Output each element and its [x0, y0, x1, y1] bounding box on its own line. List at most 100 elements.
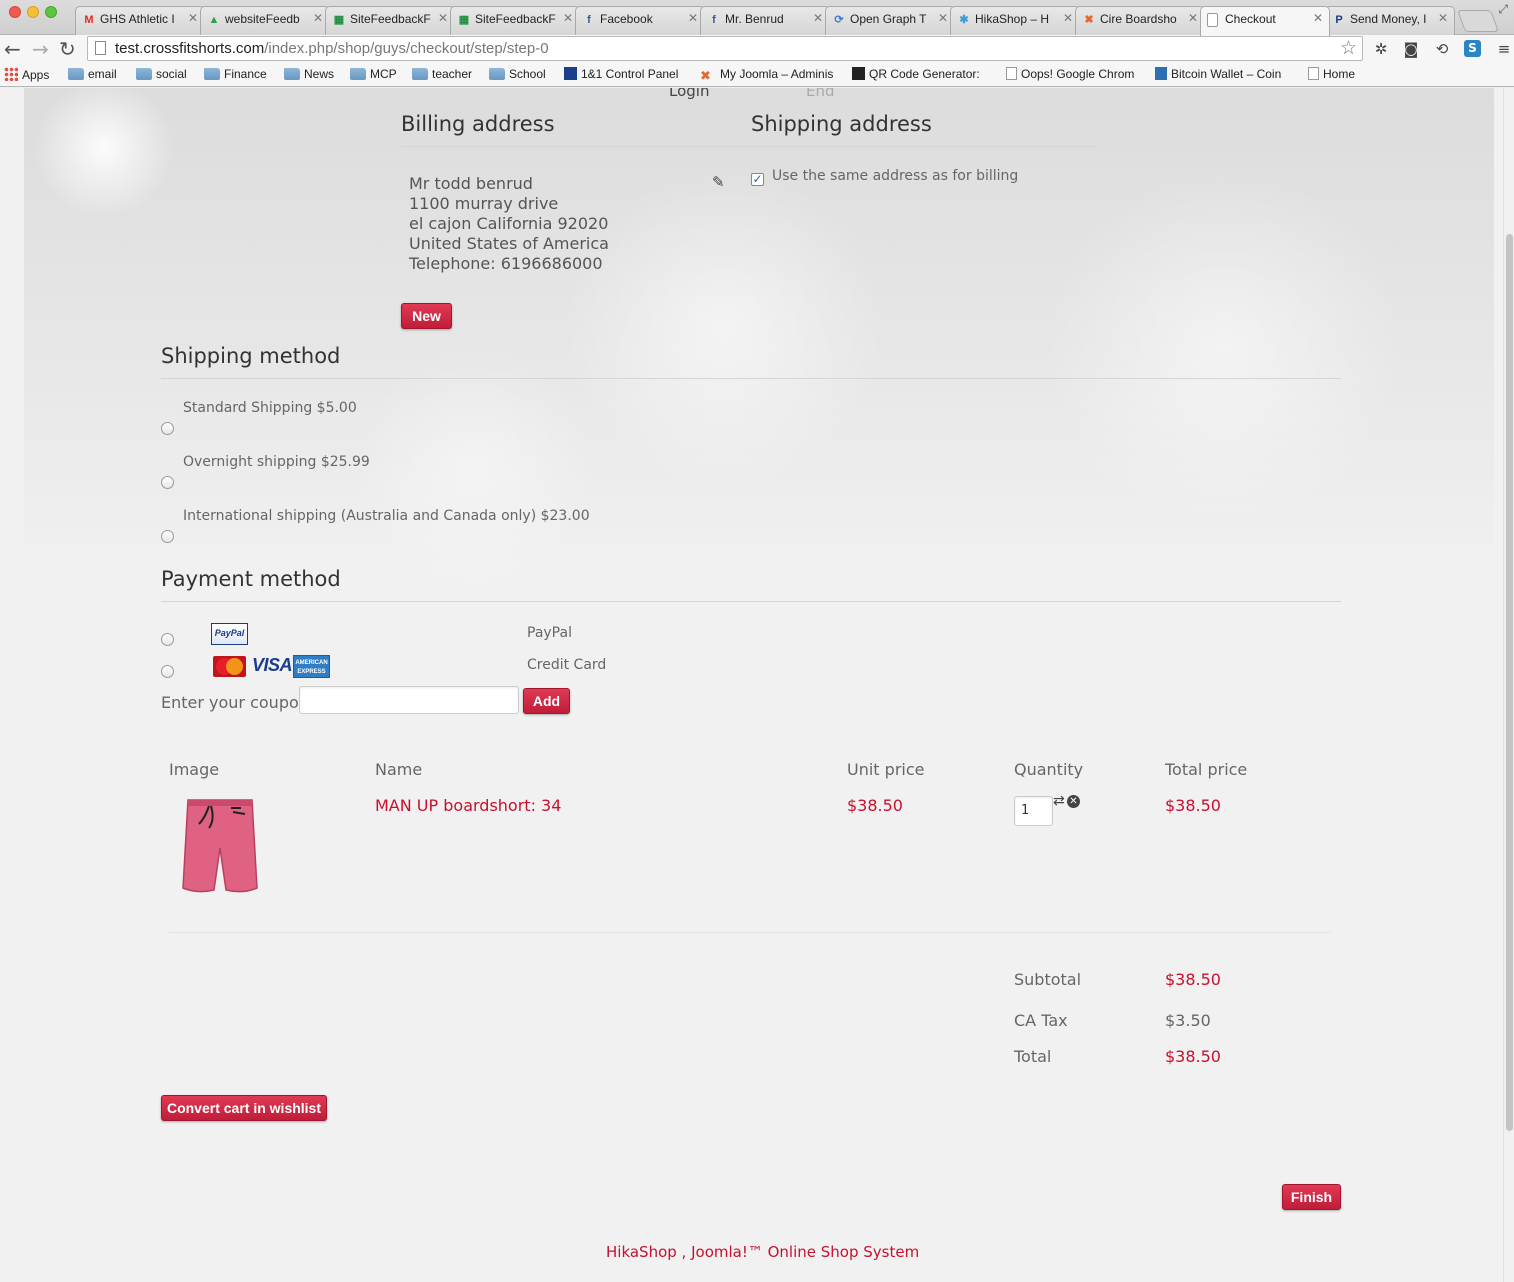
- url-path: /index.php/shop/guys/checkout/step/step-…: [264, 40, 549, 57]
- scrollbar[interactable]: [1503, 88, 1514, 1282]
- tab-7[interactable]: ✱ HikaShop – H ✕: [950, 6, 1080, 35]
- reload-button[interactable]: ↻: [59, 38, 76, 60]
- bookmark-item[interactable]: Finance: [204, 67, 267, 81]
- tab-close-icon[interactable]: ✕: [1063, 11, 1073, 25]
- bookmark-label: My Joomla – Adminis: [720, 67, 834, 81]
- payment-method-title: Payment method: [161, 567, 341, 591]
- payment-label-credit-card: Credit Card: [527, 657, 607, 673]
- zoom-window-button[interactable]: [45, 6, 57, 18]
- bookmark-item[interactable]: Oops! Google Chrom: [1006, 67, 1134, 81]
- extension-share-icon[interactable]: ⟲: [1432, 39, 1452, 59]
- back-button[interactable]: ←: [4, 38, 21, 60]
- tab-9[interactable]: Checkout ✕: [1200, 6, 1330, 36]
- tab-close-icon[interactable]: ✕: [1313, 11, 1323, 25]
- tab-5[interactable]: f Mr. Benrud ✕: [700, 6, 830, 35]
- payment-radio-credit-card[interactable]: [161, 665, 174, 678]
- mastercard-logo: [213, 656, 246, 677]
- edit-pencil-icon[interactable]: ✎: [712, 173, 725, 191]
- bookmark-item[interactable]: News: [284, 67, 334, 81]
- tab-label: Send Money, I: [1350, 12, 1427, 26]
- tab-close-icon[interactable]: ✕: [938, 11, 948, 25]
- shipping-option-radio[interactable]: [161, 422, 174, 435]
- subtotal-label: Subtotal: [1014, 970, 1082, 989]
- drive-icon: ▲: [208, 14, 220, 26]
- payment-radio-paypal[interactable]: [161, 633, 174, 646]
- bookmark-label: social: [156, 67, 187, 81]
- bookmark-label: Finance: [224, 67, 267, 81]
- bookmark-item[interactable]: MCP: [350, 67, 397, 81]
- payment-label-paypal: PayPal: [527, 625, 572, 641]
- bookmark-label: Bitcoin Wallet – Coin: [1171, 67, 1282, 81]
- tab-close-icon[interactable]: ✕: [813, 11, 823, 25]
- step-login[interactable]: Login: [669, 88, 709, 100]
- bookmark-star-icon[interactable]: ☆: [1340, 37, 1357, 60]
- browser-toolbar: ← → ↻ test.crossfitshorts.com/index.php/…: [0, 35, 1514, 63]
- apps-icon: [4, 67, 18, 81]
- shipping-method-divider: [161, 378, 1341, 379]
- bookmark-item[interactable]: ✖ My Joomla – Adminis: [700, 67, 834, 83]
- tab-2[interactable]: ▦ SiteFeedbackF ✕: [325, 6, 455, 35]
- bookmark-item[interactable]: QR Code Generator:: [852, 67, 980, 81]
- tab-8[interactable]: ✖ Cire Boardsho ✕: [1075, 6, 1205, 35]
- refresh-quantity-icon[interactable]: ⇄: [1053, 793, 1065, 809]
- tab-close-icon[interactable]: ✕: [313, 11, 323, 25]
- bookmark-item[interactable]: Apps: [4, 67, 49, 82]
- remove-item-icon[interactable]: ✕: [1067, 795, 1080, 808]
- tab-10[interactable]: P Send Money, I ✕: [1325, 6, 1455, 35]
- fullscreen-icon[interactable]: ⤢: [1498, 2, 1508, 17]
- bookmark-item[interactable]: Home: [1308, 67, 1355, 81]
- address-bar[interactable]: test.crossfitshorts.com/index.php/shop/g…: [87, 36, 1363, 61]
- extension-camera-icon[interactable]: ◙: [1401, 39, 1421, 59]
- bookmark-item[interactable]: 1&1 Control Panel: [564, 67, 678, 81]
- tab-close-icon[interactable]: ✕: [1188, 11, 1198, 25]
- product-image[interactable]: [181, 796, 259, 896]
- minimize-window-button[interactable]: [27, 6, 39, 18]
- footer-link[interactable]: HikaShop , Joomla!™ Online Shop System: [606, 1243, 919, 1261]
- bookmark-label: Oops! Google Chrom: [1021, 67, 1135, 81]
- step-end[interactable]: End: [806, 88, 835, 100]
- tab-close-icon[interactable]: ✕: [188, 11, 198, 25]
- tab-6[interactable]: ⟳ Open Graph T ✕: [825, 6, 955, 35]
- column-header-quantity: Quantity: [1014, 760, 1084, 779]
- tab-close-icon[interactable]: ✕: [1438, 11, 1448, 25]
- close-window-button[interactable]: [9, 6, 21, 18]
- bookmark-item[interactable]: social: [136, 67, 187, 81]
- convert-to-wishlist-button[interactable]: Convert cart in wishlist: [161, 1095, 327, 1121]
- tab-close-icon[interactable]: ✕: [688, 11, 698, 25]
- bookmark-item[interactable]: Bitcoin Wallet – Coin: [1155, 67, 1281, 81]
- same-address-checkbox[interactable]: ✓: [751, 173, 764, 186]
- product-name-link[interactable]: MAN UP boardshort: 34: [375, 796, 561, 815]
- shipping-option-radio[interactable]: [161, 530, 174, 543]
- opengraph-icon: ⟳: [834, 14, 844, 26]
- extension-s-icon[interactable]: S: [1464, 40, 1481, 57]
- extension-bug-icon[interactable]: ✲: [1371, 39, 1391, 59]
- bookmark-label: News: [304, 67, 335, 81]
- shipping-option-radio[interactable]: [161, 476, 174, 489]
- tab-label: Open Graph T: [850, 12, 927, 26]
- tab-label: Facebook: [600, 12, 653, 26]
- gmail-icon: M: [84, 14, 94, 26]
- quantity-input[interactable]: 1: [1014, 796, 1053, 826]
- joomla-icon: ✖: [1084, 14, 1094, 26]
- paypal-logo: PayPal: [211, 623, 248, 645]
- tab-0[interactable]: M GHS Athletic I ✕: [75, 6, 205, 35]
- tab-close-icon[interactable]: ✕: [563, 11, 573, 25]
- scrollbar-thumb[interactable]: [1506, 234, 1513, 1131]
- forward-button[interactable]: →: [32, 38, 49, 60]
- finish-button[interactable]: Finish: [1282, 1184, 1341, 1210]
- tab-close-icon[interactable]: ✕: [438, 11, 448, 25]
- url-host: test.crossfitshorts.com: [115, 40, 265, 57]
- tab-1[interactable]: ▲ websiteFeedb ✕: [200, 6, 330, 35]
- new-address-button[interactable]: New: [401, 303, 452, 329]
- amex-logo: AMERICAN EXPRESS: [293, 655, 330, 678]
- 1and1-icon: [564, 67, 577, 80]
- new-tab-button[interactable]: [1456, 10, 1500, 32]
- tab-4[interactable]: f Facebook ✕: [575, 6, 705, 35]
- tab-3[interactable]: ▦ SiteFeedbackF ✕: [450, 6, 580, 35]
- bookmark-item[interactable]: School: [489, 67, 546, 81]
- bookmark-item[interactable]: teacher: [412, 67, 472, 81]
- coupon-input[interactable]: [299, 686, 519, 714]
- add-coupon-button[interactable]: Add: [523, 688, 570, 714]
- menu-icon[interactable]: ≡: [1494, 39, 1514, 59]
- bookmark-item[interactable]: email: [68, 67, 117, 81]
